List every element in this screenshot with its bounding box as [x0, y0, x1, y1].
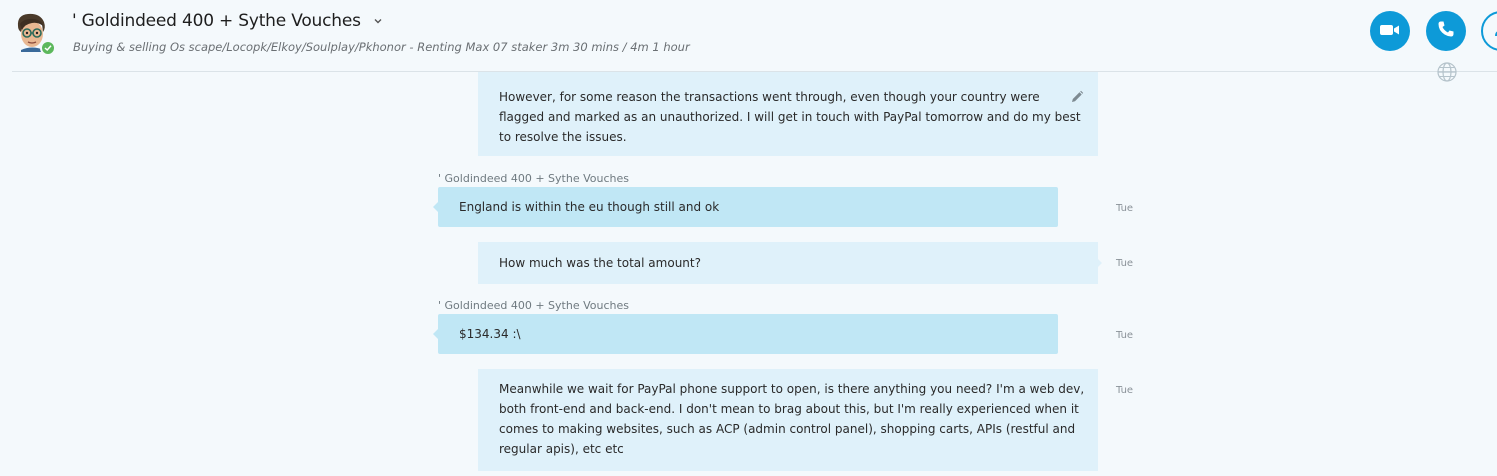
video-camera-icon: [1379, 22, 1401, 41]
mood-message: Buying & selling Os scape/Locopk/Elkoy/S…: [73, 40, 690, 54]
sender-name: ' Goldindeed 400 + Sythe Vouches: [438, 299, 629, 312]
chat-header: ' Goldindeed 400 + Sythe Vouches Buying …: [0, 0, 1497, 72]
message-line: However, for some reason the transaction…: [499, 90, 1040, 104]
message-text: England is within the eu though still an…: [459, 200, 720, 214]
message-time: Tue: [1116, 203, 1134, 214]
message-incoming[interactable]: England is within the eu though still an…: [438, 187, 1058, 227]
globe-icon[interactable]: [1436, 61, 1458, 83]
message-outgoing[interactable]: Meanwhile we wait for PayPal phone suppo…: [478, 369, 1098, 471]
user-icon: [1493, 21, 1497, 41]
message-line: to resolve the issues.: [499, 130, 627, 144]
message-incoming[interactable]: $134.34 :\: [438, 314, 1058, 354]
message-line: comes to making websites, such as ACP (a…: [499, 422, 1076, 436]
message-line: flagged and marked as an unauthorized. I…: [499, 110, 1081, 124]
message-time: Tue: [1116, 385, 1134, 396]
message-text: How much was the total amount?: [499, 256, 701, 270]
profile-button[interactable]: [1481, 11, 1497, 51]
message-time: Tue: [1116, 258, 1134, 269]
pencil-edited-icon: [1070, 89, 1084, 103]
sender-name: ' Goldindeed 400 + Sythe Vouches: [438, 172, 629, 185]
message-time: Tue: [1116, 330, 1134, 341]
presence-online-icon: [40, 40, 56, 56]
phone-icon: [1437, 20, 1455, 42]
message-outgoing[interactable]: However, for some reason the transaction…: [478, 72, 1098, 156]
title-row[interactable]: ' Goldindeed 400 + Sythe Vouches: [72, 11, 385, 31]
message-line: regular apis), etc etc: [499, 442, 624, 456]
message-line: both front-end and back-end. I don't mea…: [499, 402, 1079, 416]
audio-call-button[interactable]: [1426, 11, 1466, 51]
bubble-tail: [1098, 259, 1102, 267]
chevron-down-icon[interactable]: [371, 14, 385, 28]
video-call-button[interactable]: [1370, 11, 1410, 51]
page-title[interactable]: ' Goldindeed 400 + Sythe Vouches: [72, 11, 361, 31]
message-outgoing[interactable]: How much was the total amount?: [478, 242, 1098, 284]
message-text: $134.34 :\: [459, 327, 521, 341]
message-line: Meanwhile we wait for PayPal phone suppo…: [499, 382, 1085, 396]
